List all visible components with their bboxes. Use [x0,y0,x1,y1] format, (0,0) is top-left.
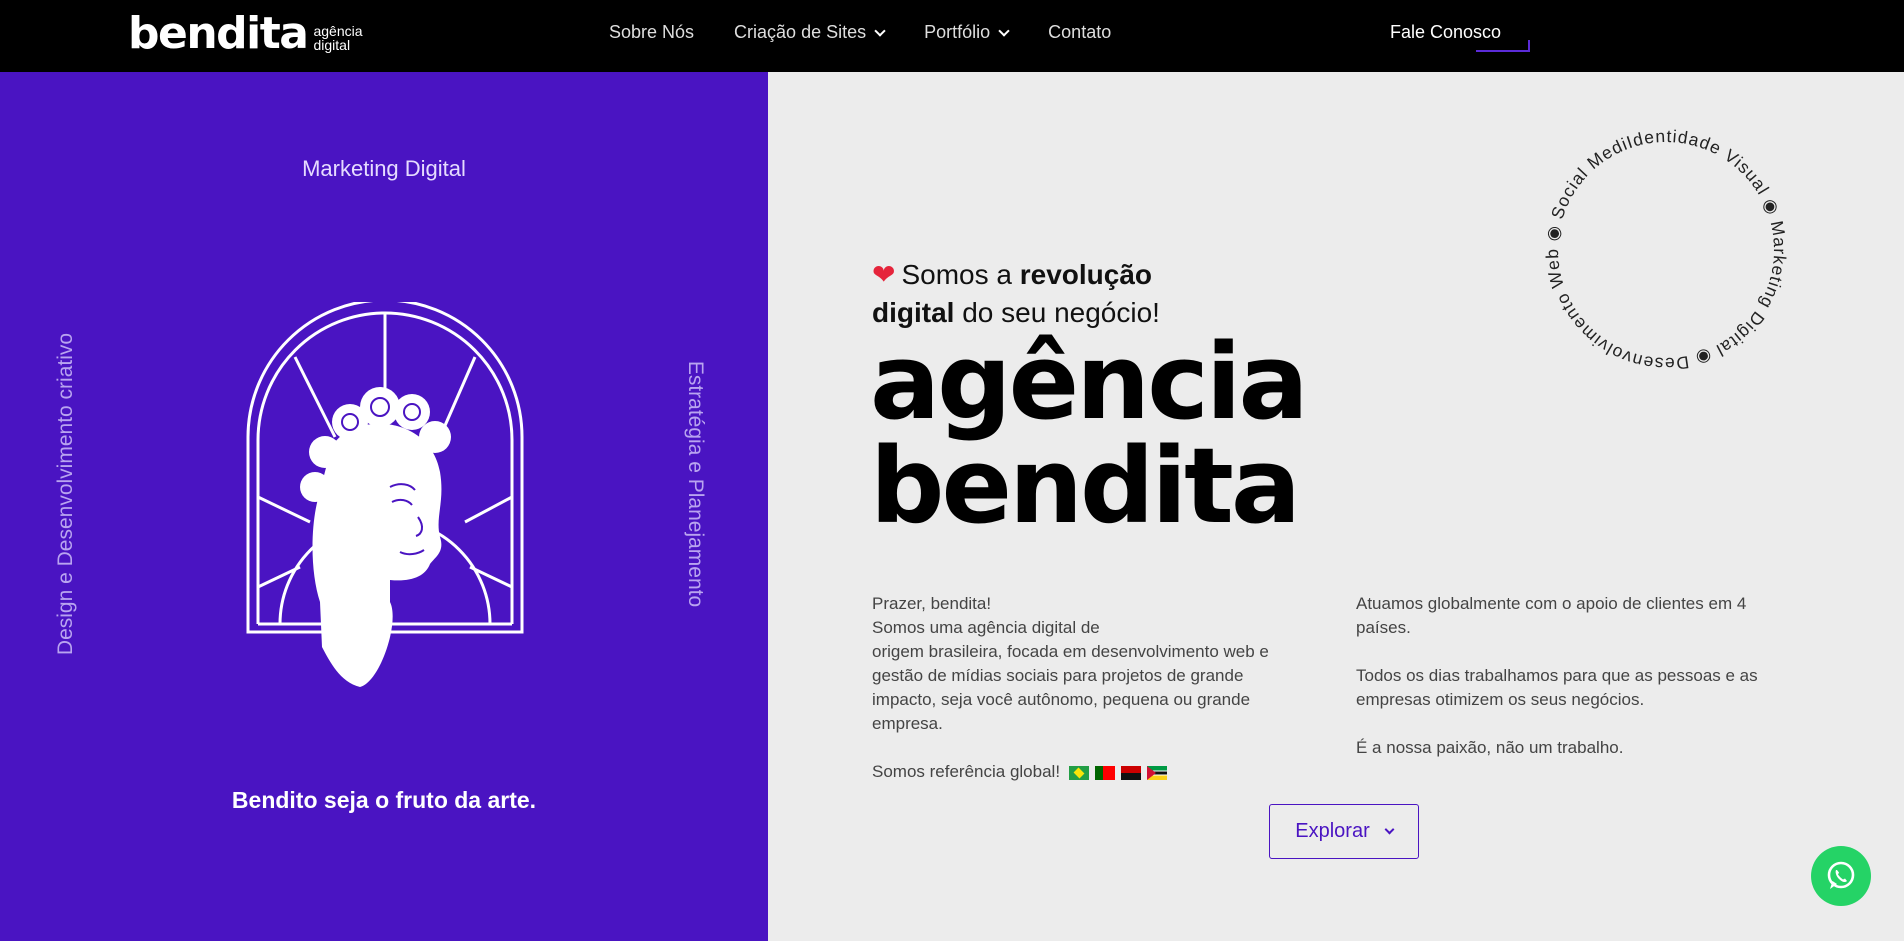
whatsapp-chat-button[interactable] [1811,846,1871,906]
flag-angola-icon [1120,765,1141,780]
top-navigation-bar: bendita agência digital Sobre Nós Criaçã… [0,0,1904,72]
panel-vertical-left-label: Design e Desenvolvimento criativo [54,332,77,656]
flag-brazil-icon [1068,765,1089,780]
heart-icon: ❤ [872,259,896,290]
logo-subtitle-line2: digital [313,37,351,53]
hero-intro-line1: ❤ Somos a revolução [872,256,1160,294]
explorar-button[interactable]: Explorar [1269,804,1419,859]
intro-part1: Somos a [901,259,1020,290]
svg-text:Identidade Visual ◉ Marketing: Identidade Visual ◉ Marketing Digital ◉ … [1536,120,1796,380]
flag-mozambique-icon [1146,765,1167,780]
about-right-column: Atuamos globalmente com o apoio de clien… [1356,592,1796,784]
statue-illustration [246,302,524,687]
chevron-down-icon [1384,824,1395,835]
nav-item-contato[interactable]: Contato [1048,22,1111,43]
logo-subtitle-line1: agência [313,23,363,39]
panel-tagline: Bendito seja o fruto da arte. [231,787,537,813]
nav-item-portfolio[interactable]: Portfólio [924,22,1010,43]
whatsapp-icon [1827,861,1855,889]
chevron-down-icon [998,24,1010,37]
fale-conosco-link[interactable]: Fale Conosco [1390,22,1501,43]
global-reference-paragraph: Somos referência global! [872,760,1302,784]
logo-wordmark: bendita [128,8,309,59]
ring-text: Identidade Visual ◉ Marketing Digital ◉ … [1536,120,1796,380]
about-intro-paragraph: Prazer, bendita! Somos uma agência digit… [872,594,1269,733]
panel-top-label: Marketing Digital [302,156,466,181]
headline-line2: bendita [870,425,1301,547]
nav-item-criacao-de-sites[interactable]: Criação de Sites [734,22,886,43]
chevron-down-icon [874,24,886,37]
cta-underline-decoration [1476,40,1530,52]
hero-left-panel: Marketing Digital Design e Desenvolvimen… [0,72,768,941]
daily-work-paragraph: Todos os dias trabalhamos para que as pe… [1356,666,1758,709]
hero-headline: agência bendita [870,321,1309,547]
explorar-label: Explorar [1295,820,1370,842]
global-reference-text: Somos referência global! [872,762,1061,781]
main-nav: Sobre Nós Criação de Sites Portfólio Con… [609,22,1111,43]
nav-item-label: Contato [1048,22,1112,42]
flag-portugal-icon [1094,765,1115,780]
nav-item-label: Portfólio [924,22,991,42]
intro-bold1: revolução [1019,259,1153,290]
about-left-column: Prazer, bendita! Somos uma agência digit… [872,592,1302,808]
nav-item-label: Sobre Nós [609,22,695,42]
country-flags [1068,765,1167,780]
passion-paragraph: É a nossa paixão, não um trabalho. [1356,738,1624,757]
logo-subtitle: agência digital [313,24,362,56]
nav-item-label: Criação de Sites [734,22,867,42]
nav-item-sobre-nos[interactable]: Sobre Nós [609,22,694,43]
panel-vertical-right-label: Estratégia e Planejamento [684,360,707,608]
headline-line1: agência [870,321,1309,443]
rotating-services-ring: Identidade Visual ◉ Marketing Digital ◉ … [1536,120,1796,380]
global-clients-paragraph: Atuamos globalmente com o apoio de clien… [1356,594,1747,637]
logo[interactable]: bendita agência digital [128,12,363,56]
